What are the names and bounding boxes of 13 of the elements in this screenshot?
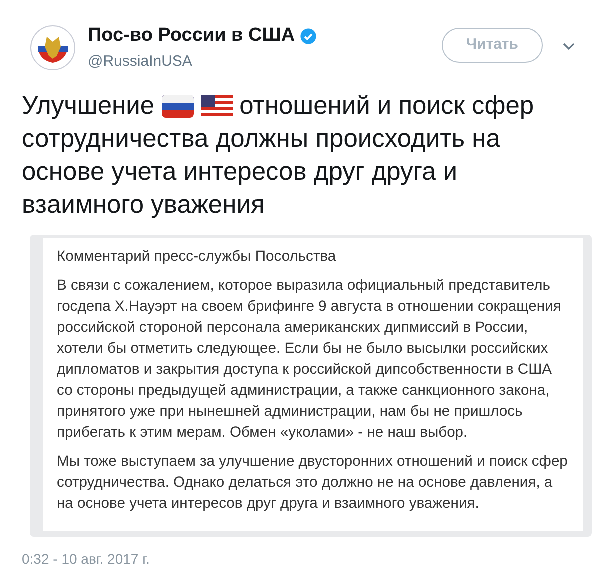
russian-flag-icon: [162, 94, 194, 118]
document-paragraph: В связи с сожалением, которое выразила официальный представитель госдепа Х.Науэрт на своем брифинге 9 августа в отношении сокращения российской стороной персонала американских дипмиссий в России, хотели бы отметить следующее. Если бы не было высылки российских дипломатов и закрытия доступа к российской дипсобственности в США со стороны предыдущей администрации, а также санкционного закона, принятого уже при нынешней администрации, нам бы не пришлось прибегать к этим мерам. Обмен «уколами» - не наш выбор.: [57, 276, 562, 442]
document-title: Комментарий пресс-службы Посольства: [57, 248, 338, 266]
tweet-timestamp[interactable]: 0:32 - 10 авг. 2017 г.: [22, 548, 586, 570]
document-paragraph: Мы тоже выступаем за улучшение двусторонних отношений и поиск сфер сотрудничества. Однако делаться это должно не на основе давления, а на основе учета интересов друг друга и взаимного уважения.: [57, 452, 569, 514]
tweet-text: отношений и поиск сфер: [240, 90, 534, 122]
tweet-text: Улучшение: [22, 90, 155, 122]
account-name[interactable]: Пос-во России в США: [88, 24, 296, 48]
emblem-icon[interactable]: [30, 25, 76, 71]
us-flag-icon: [200, 94, 233, 118]
account-handle[interactable]: @RussiaInUSA: [88, 51, 318, 74]
chevron-down-icon[interactable]: [562, 42, 576, 52]
tweet-text: сотрудничества должны происходить на основе учета интересов друг друга и взаимного уважения: [22, 124, 502, 220]
